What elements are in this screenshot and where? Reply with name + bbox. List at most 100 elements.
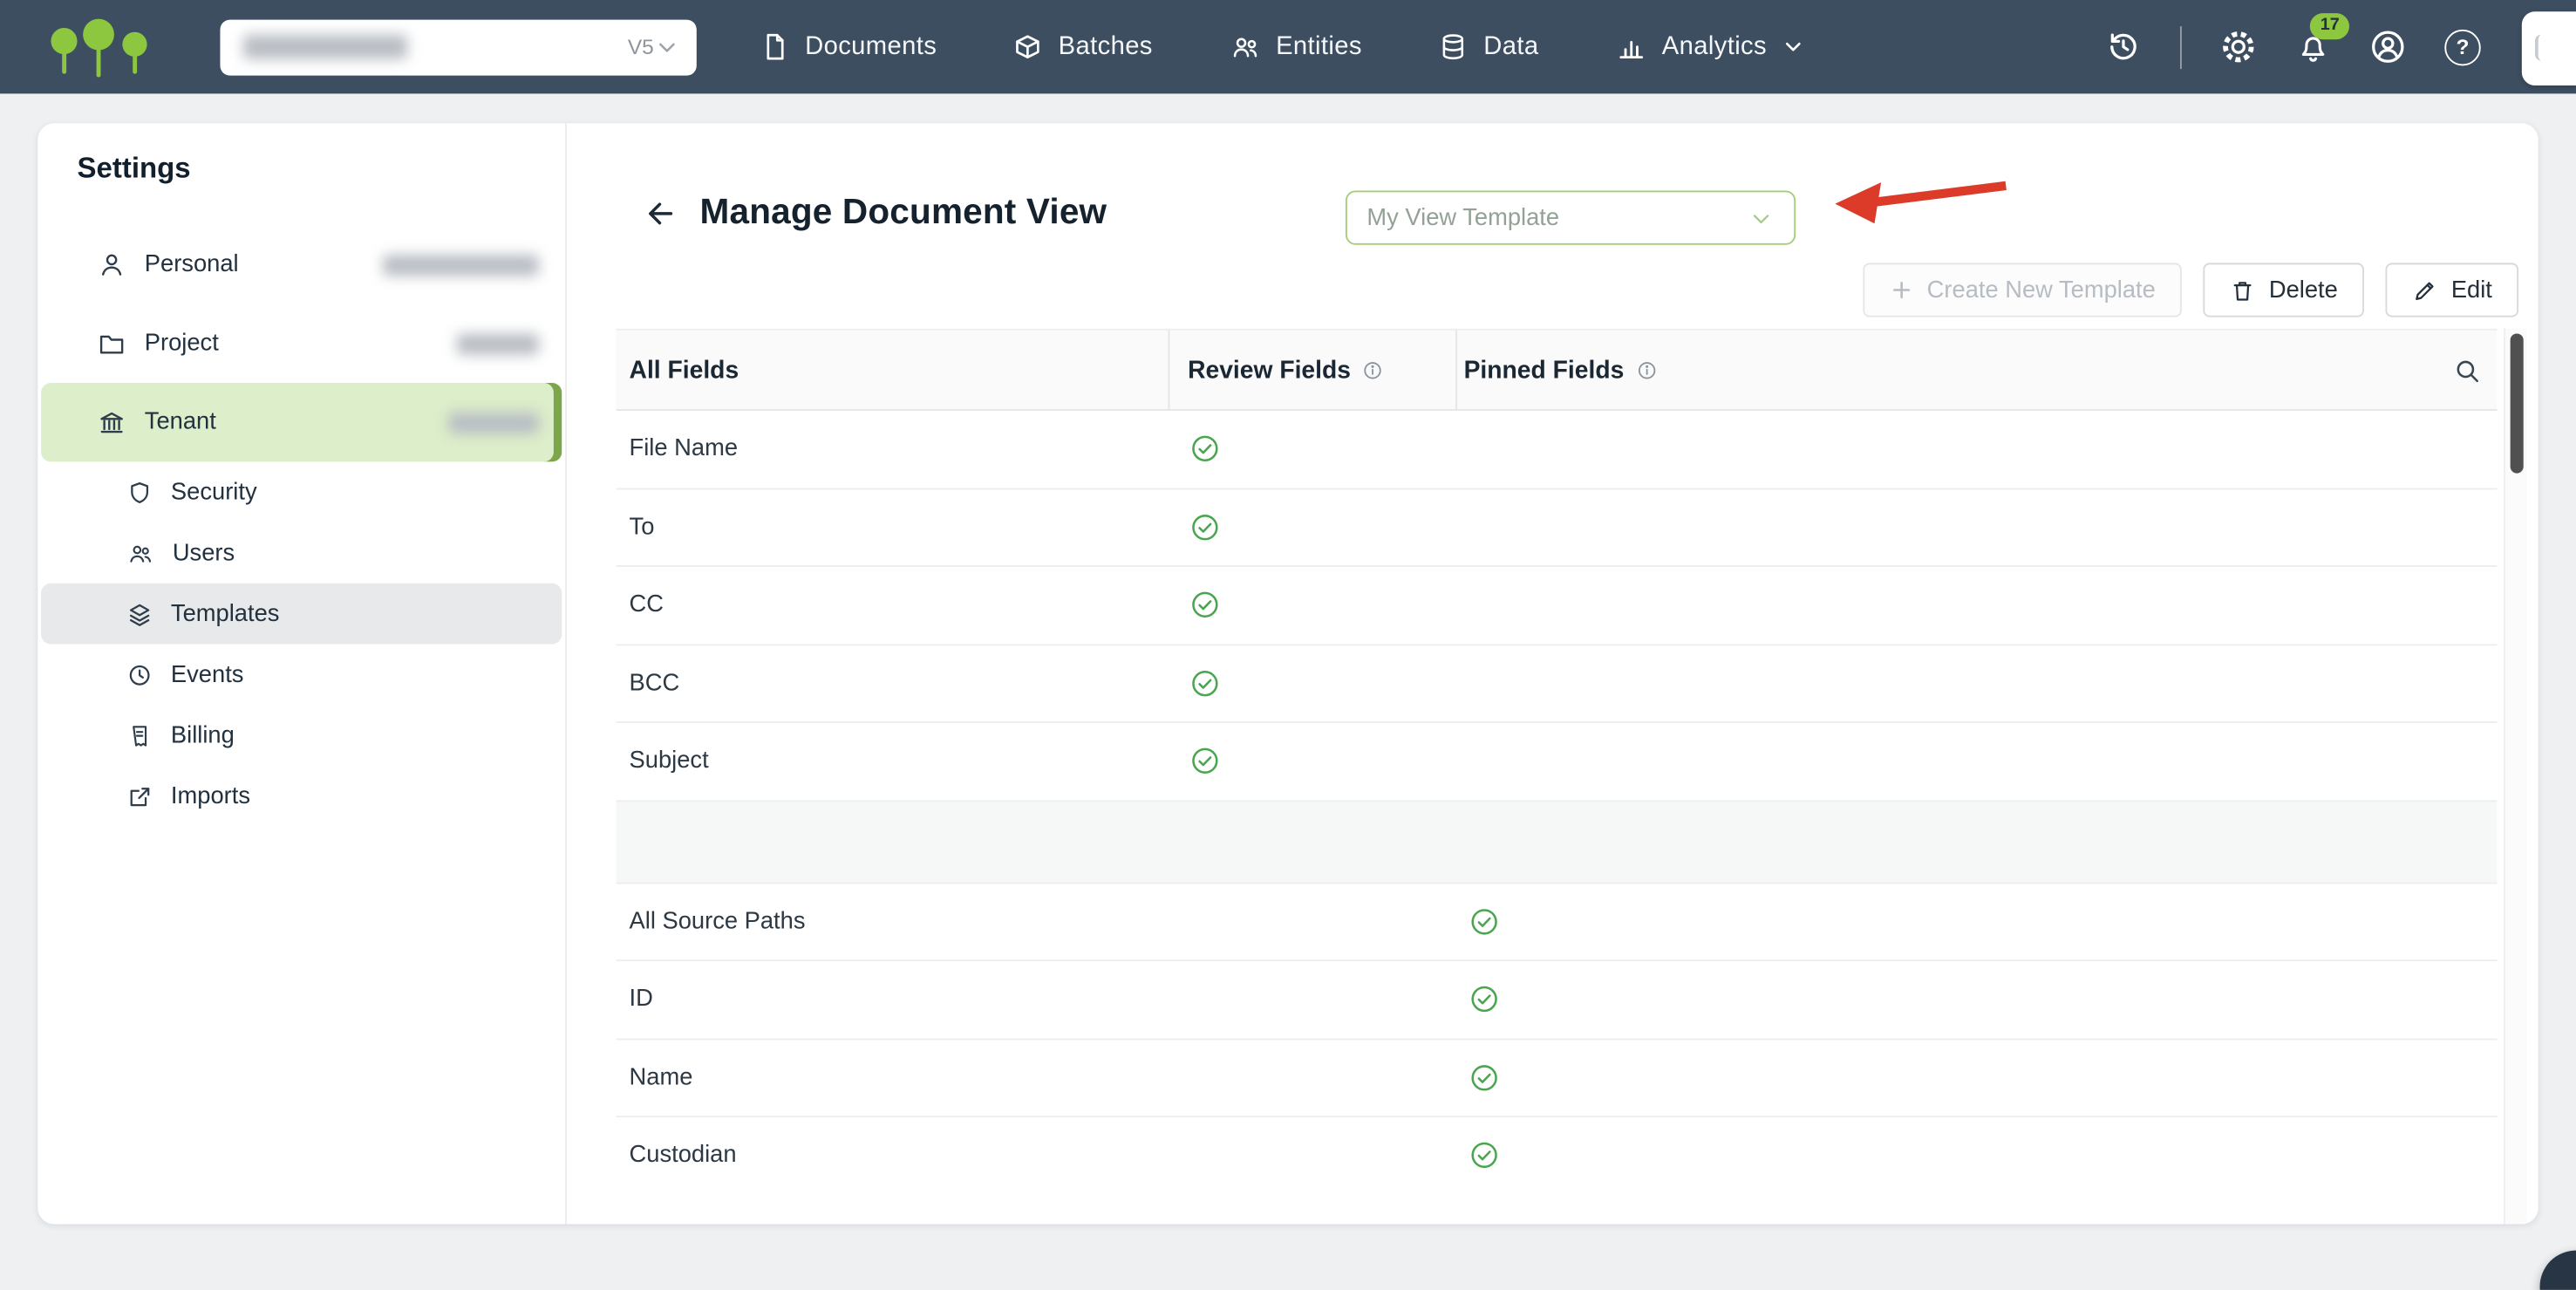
sidebar-item-label: Templates: [171, 601, 280, 627]
data-icon: [1438, 31, 1469, 63]
table-row: File Name: [616, 411, 2497, 488]
table-scrollbar[interactable]: [2504, 329, 2526, 1225]
sidebar-item-label: Personal: [145, 251, 239, 277]
entities-icon: [1228, 31, 1261, 63]
folder-icon: [97, 329, 126, 358]
sidebar-title: Settings: [78, 151, 191, 186]
column-divider: [1168, 331, 1169, 409]
back-button[interactable]: [643, 195, 678, 230]
annotation-red-arrow: [1812, 173, 2019, 229]
chevron-down-icon: [654, 34, 680, 60]
field-name: BCC: [616, 670, 679, 696]
history-icon[interactable]: [2104, 28, 2142, 65]
page-header: Manage Document View: [643, 192, 1107, 233]
screen: V5 Documents Batches Entities Data: [0, 0, 2576, 1290]
document-icon: [759, 31, 790, 63]
sidebar-item-imports[interactable]: Imports: [41, 766, 562, 827]
column-header-pinned-fields: Pinned Fields: [1464, 331, 1657, 409]
review-check-icon[interactable]: [1189, 667, 1221, 699]
nav-item-analytics[interactable]: Analytics: [1614, 31, 1806, 63]
sidebar-item-templates[interactable]: Templates: [41, 584, 562, 645]
view-template-select[interactable]: My View Template: [1346, 191, 1796, 245]
field-name: Subject: [616, 748, 708, 775]
bank-icon: [97, 407, 126, 437]
app-logo[interactable]: [46, 14, 154, 79]
chevron-down-icon: [1748, 205, 1775, 231]
sidebar-list: Personal Project Tenant Security: [41, 225, 562, 827]
top-nav-right: 17 ?: [2104, 25, 2550, 68]
users-icon: [126, 540, 154, 566]
layers-icon: [126, 601, 153, 627]
table-spacer-row: [616, 801, 2497, 883]
chat-launcher[interactable]: [2540, 1251, 2576, 1290]
column-label: All Fields: [630, 356, 739, 384]
page-title: Manage Document View: [700, 192, 1107, 233]
field-name: All Source Paths: [616, 908, 805, 934]
review-check-icon[interactable]: [1189, 511, 1221, 543]
cutoff-popup-glyph: [2535, 35, 2553, 61]
column-header-all-fields: All Fields: [630, 331, 739, 409]
info-icon[interactable]: [1362, 359, 1383, 380]
pinned-check-icon[interactable]: [1469, 984, 1500, 1015]
sidebar-item-tenant[interactable]: Tenant: [41, 383, 562, 461]
three-trees-logo-icon: [46, 14, 154, 79]
gear-icon[interactable]: [2219, 28, 2257, 65]
column-header-review-fields: Review Fields: [1188, 331, 1384, 409]
pinned-check-icon[interactable]: [1469, 1061, 1500, 1093]
redacted-project-value: [457, 332, 539, 353]
info-icon[interactable]: [1635, 359, 1656, 380]
help-icon[interactable]: ?: [2444, 29, 2480, 65]
nav-item-entities[interactable]: Entities: [1228, 31, 1361, 63]
sidebar-item-personal[interactable]: Personal: [41, 225, 562, 304]
pinned-check-icon[interactable]: [1469, 1140, 1500, 1170]
delete-button[interactable]: Delete: [2203, 263, 2363, 317]
table-header: All Fields Review Fields Pinned Fields: [616, 329, 2497, 411]
nav-divider: [2180, 25, 2182, 68]
review-check-icon[interactable]: [1189, 433, 1221, 465]
table-row: Name: [616, 1040, 2497, 1117]
nav-item-batches[interactable]: Batches: [1012, 31, 1153, 63]
sidebar-item-project[interactable]: Project: [41, 304, 562, 383]
pinned-check-icon[interactable]: [1469, 906, 1500, 938]
cutoff-popup: [2522, 11, 2576, 85]
notifications-button[interactable]: 17: [2295, 29, 2331, 65]
sidebar-item-label: Imports: [171, 783, 250, 809]
action-buttons: Create New Template Delete Edit: [1863, 263, 2518, 317]
review-check-icon[interactable]: [1189, 746, 1221, 777]
column-divider: [1455, 331, 1457, 409]
sidebar-item-label: Billing: [171, 722, 235, 748]
sidebar-item-billing[interactable]: Billing: [41, 705, 562, 766]
receipt-icon: [126, 722, 153, 748]
button-label: Create New Template: [1927, 276, 2156, 303]
settings-sidebar: Settings Personal Project Tenant: [37, 123, 567, 1224]
table-row: BCC: [616, 645, 2497, 722]
scrollbar-thumb[interactable]: [2511, 333, 2524, 473]
field-name: ID: [616, 986, 652, 1013]
clock-icon: [126, 661, 153, 687]
account-avatar-icon[interactable]: [2369, 28, 2407, 65]
nav-item-documents[interactable]: Documents: [759, 31, 937, 63]
sidebar-item-users[interactable]: Users: [41, 522, 562, 584]
sidebar-item-security[interactable]: Security: [41, 461, 562, 522]
person-icon: [97, 249, 126, 279]
review-check-icon[interactable]: [1189, 590, 1221, 621]
field-name: Name: [616, 1064, 692, 1090]
batches-icon: [1012, 31, 1044, 63]
notification-count-badge: 17: [2310, 12, 2349, 38]
edit-button[interactable]: Edit: [2385, 263, 2518, 317]
org-selector[interactable]: V5: [220, 19, 696, 75]
analytics-icon: [1614, 31, 1647, 63]
view-template-select-value: My View Template: [1366, 205, 1559, 231]
nav-item-data[interactable]: Data: [1438, 31, 1539, 63]
sidebar-item-label: Users: [173, 540, 235, 566]
create-new-template-button[interactable]: Create New Template: [1863, 263, 2182, 317]
sidebar-item-label: Tenant: [145, 409, 216, 435]
sidebar-item-events[interactable]: Events: [41, 645, 562, 706]
primary-nav: Documents Batches Entities Data Analytic…: [759, 31, 1806, 63]
table-row: Subject: [616, 723, 2497, 801]
table-row: All Source Paths: [616, 884, 2497, 961]
nav-label: Batches: [1059, 32, 1153, 62]
top-nav: V5 Documents Batches Entities Data: [0, 0, 2576, 93]
search-icon[interactable]: [2453, 357, 2481, 385]
nav-label: Analytics: [1662, 32, 1767, 62]
